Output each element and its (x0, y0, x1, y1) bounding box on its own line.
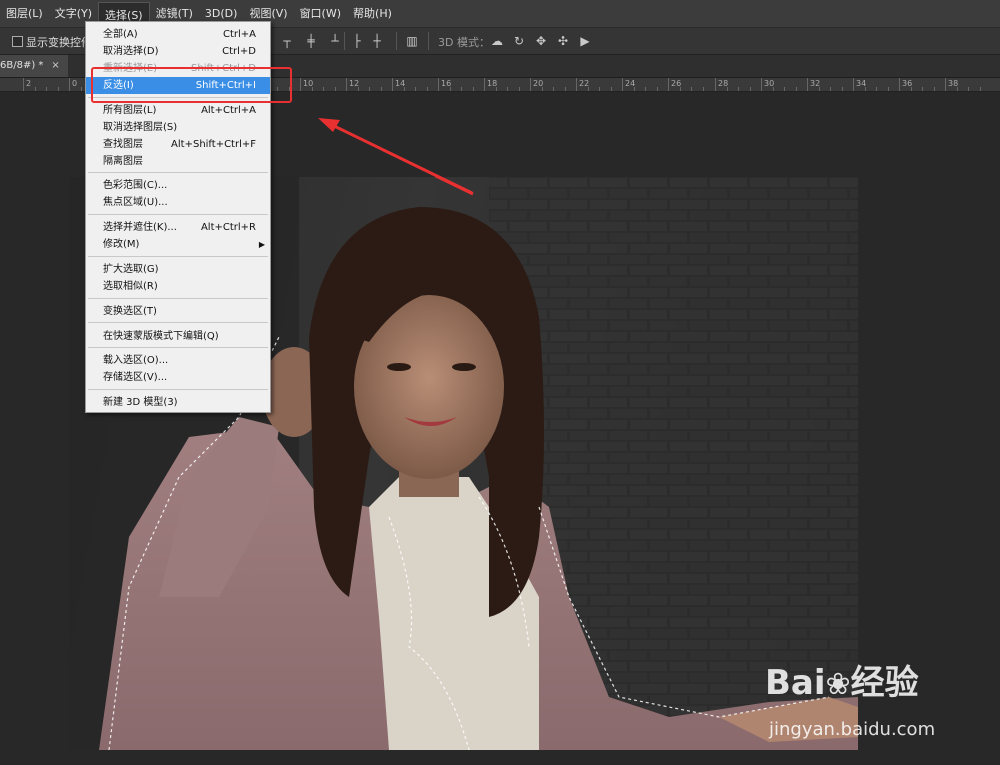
menu-item[interactable]: 选择并遮住(K)... Alt+Ctrl+R (86, 219, 270, 236)
menu-item[interactable]: 焦点区域(U)... (86, 194, 270, 211)
menu-item-shortcut: Alt+Shift+Ctrl+F (171, 139, 256, 150)
menu-item[interactable]: 查找图层 Alt+Shift+Ctrl+F (86, 136, 270, 153)
menu-item[interactable]: 存储选区(V)... (86, 369, 270, 386)
menu-item[interactable]: 在快速蒙版模式下编辑(Q) (86, 328, 270, 345)
menu-item-shortcut: Ctrl+D (222, 46, 256, 57)
menu-item[interactable]: 选取相似(R) (86, 278, 270, 295)
menu-item[interactable]: 新建 3D 模型(3) (86, 394, 270, 411)
menu-item-label: 扩大选取(G) (103, 264, 159, 275)
menu-item-label: 所有图层(L) (103, 105, 157, 116)
submenu-arrow-icon: ▶ (258, 240, 265, 249)
menu-item[interactable]: 全部(A) Ctrl+A (86, 26, 270, 43)
menu-divider (88, 389, 268, 390)
menu-item-label: 修改(M) (103, 239, 140, 250)
menu-divider (88, 347, 268, 348)
menu-item-label: 焦点区域(U)... (103, 197, 168, 208)
menu-item[interactable]: 取消选择(D) Ctrl+D (86, 43, 270, 60)
menu-item-label: 在快速蒙版模式下编辑(Q) (103, 331, 219, 342)
watermark-logo: Bai❀经验 (765, 663, 919, 703)
menu-item-label: 隔离图层 (103, 156, 143, 167)
menu-divider (88, 172, 268, 173)
menu-divider (88, 322, 268, 323)
menu-item-label: 新建 3D 模型(3) (103, 397, 178, 408)
watermark-url: jingyan.baidu.com (769, 719, 936, 740)
menu-item-label: 取消选择图层(S) (103, 122, 178, 133)
menu-item[interactable]: 所有图层(L) Alt+Ctrl+A (86, 102, 270, 119)
menu-item-shortcut: Alt+Ctrl+R (200, 222, 256, 233)
menu-item[interactable]: 变换选区(T) (86, 303, 270, 320)
baidu-jingyan-watermark: Bai❀经验 jingyan.baidu.com (765, 655, 995, 745)
menu-divider (88, 298, 268, 299)
annotation-highlight-box (91, 67, 292, 103)
menu-divider (88, 256, 268, 257)
menu-item-label: 取消选择(D) (103, 46, 159, 57)
menu-item-label: 色彩范围(C)... (103, 180, 168, 191)
menu-item[interactable]: 取消选择图层(S) (86, 119, 270, 136)
menu-item-label: 选取相似(R) (103, 281, 158, 292)
menu-item-label: 选择并遮住(K)... (103, 222, 177, 233)
menu-item[interactable]: 色彩范围(C)... (86, 177, 270, 194)
menu-item-shortcut: Ctrl+A (222, 29, 256, 40)
menu-item-label: 存储选区(V)... (103, 372, 168, 383)
menu-item-label: 变换选区(T) (103, 306, 157, 317)
menu-item[interactable]: 载入选区(O)... (86, 352, 270, 369)
menu-item[interactable]: 扩大选取(G) (86, 261, 270, 278)
menu-divider (88, 214, 268, 215)
menu-item-shortcut: Alt+Ctrl+A (201, 105, 256, 116)
menu-item[interactable]: 隔离图层 (86, 153, 270, 170)
menu-item-label: 载入选区(O)... (103, 355, 169, 366)
menu-item[interactable]: 修改(M) ▶ (86, 236, 270, 253)
menu-item-label: 全部(A) (103, 29, 138, 40)
menu-item-label: 查找图层 (103, 139, 143, 150)
